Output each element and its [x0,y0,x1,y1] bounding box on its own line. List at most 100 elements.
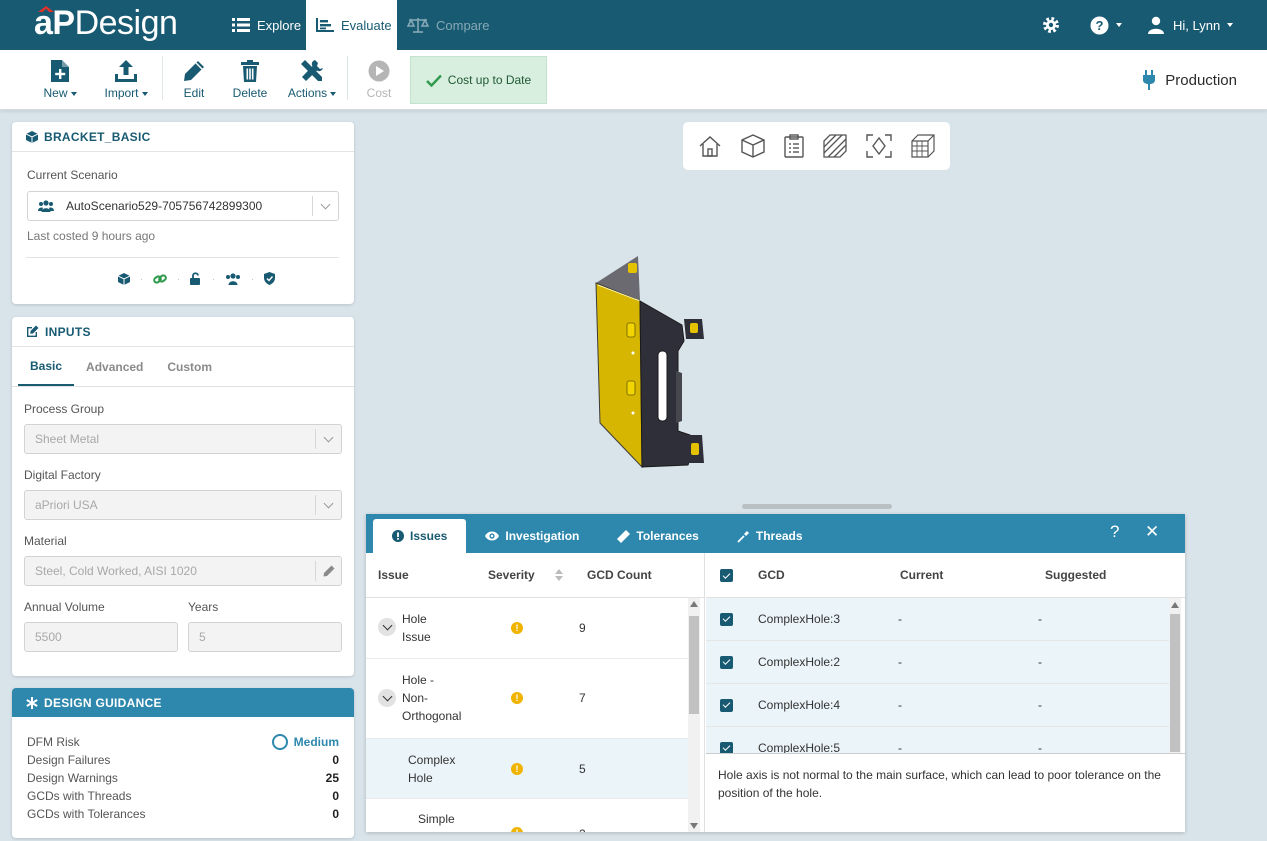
help-menu[interactable]: ? [1090,0,1122,50]
users-icon[interactable] [225,272,241,285]
inputs-tabs: Basic Advanced Custom [12,347,354,387]
gcd-table: GCD Current Suggested ComplexHole:3 - - … [706,553,1185,832]
issue-row[interactable]: Hole Issue ! 9 [366,598,688,659]
tab-basic[interactable]: Basic [18,347,75,386]
design-guidance-header[interactable]: DESIGN GUIDANCE [12,688,354,717]
home-view-icon[interactable] [698,135,722,157]
issue-row[interactable]: Simple ! 2 [366,799,688,832]
tab-issues[interactable]: Issues [373,519,467,553]
tab-investigation[interactable]: Investigation [466,519,598,553]
chevron-down-icon [141,91,148,96]
new-button[interactable]: New [32,58,88,100]
link-icon[interactable] [153,273,167,285]
pencil-icon [184,61,204,81]
issue-row-selected[interactable]: Complex Hole ! 5 [366,739,688,799]
annual-volume-input[interactable]: 5500 [24,622,178,652]
sort-icon[interactable] [555,569,563,581]
tab-threads[interactable]: Threads [718,519,822,553]
nav-tab-explore[interactable]: Explore [222,0,311,50]
scrollbar-thumb[interactable] [689,616,699,714]
import-button[interactable]: Import [98,58,154,100]
gcd-row[interactable]: ComplexHole:3 - - [706,598,1169,641]
process-group-select[interactable]: Sheet Metal [24,424,342,454]
check-icon [425,74,442,87]
tab-tolerances[interactable]: Tolerances [598,519,717,553]
unlock-icon[interactable] [190,272,202,285]
material-edit-button[interactable] [315,561,341,581]
help-circle-icon: ? [1090,16,1109,34]
panel-close-button[interactable]: ✕ [1145,522,1159,542]
viewer-splitter-handle[interactable] [742,504,892,509]
gcd-count-column-header[interactable]: GCD Count [587,568,652,582]
years-input[interactable]: 5 [188,622,342,652]
shield-icon[interactable] [264,272,275,285]
cube-view-icon[interactable] [741,134,765,158]
tab-custom[interactable]: Custom [155,347,224,386]
gcds-tolerances-row: GCDs with Tolerances 0 [27,807,339,821]
section-hatch-icon[interactable] [823,134,847,158]
cost-button[interactable]: Cost [351,58,407,100]
material-field[interactable]: Steel, Cold Worked, AISI 1020 [24,556,342,586]
edit-button[interactable]: Edit [166,58,222,100]
user-menu[interactable]: Hi, Lynn [1147,0,1234,50]
scenario-select[interactable]: AutoScenario529-705756742899300 [27,191,339,221]
scroll-down-icon[interactable] [690,823,698,829]
scenario-value: AutoScenario529-705756742899300 [66,199,263,213]
toolbar-divider [347,56,348,100]
scenario-status-icons: · · · · [118,272,275,285]
design-warnings-row: Design Warnings 25 [27,771,339,785]
digital-factory-select[interactable]: aPriori USA [24,490,342,520]
wireframe-cube-icon[interactable] [910,134,935,158]
list-icon [232,18,250,32]
edit-square-icon [27,325,39,337]
users-icon [38,200,54,212]
panel-help-button[interactable]: ? [1110,522,1119,542]
issues-scrollbar[interactable] [688,598,700,832]
gcd-row[interactable]: ComplexHole:4 - - [706,684,1169,727]
cube-icon[interactable] [118,272,130,285]
issues-panel: Issues Investigation Tolerances Threads … [366,514,1185,832]
part-3d-model[interactable] [592,253,712,469]
nav-tab-evaluate[interactable]: Evaluate [306,0,397,50]
select-all-checkbox[interactable] [720,569,733,582]
component-card: BRACKET_BASIC Current Scenario AutoScena… [12,122,354,304]
gcd-row[interactable]: ComplexHole:5 - - [706,727,1169,753]
upload-icon [115,60,137,82]
expand-button[interactable] [378,618,396,636]
asterisk-icon [26,696,38,709]
actions-button[interactable]: Actions [284,58,340,100]
issue-column-header[interactable]: Issue [378,568,409,582]
cost-status-badge: Cost up to Date [410,56,547,104]
clipboard-list-icon[interactable] [784,134,804,158]
view-toolbar [683,122,950,170]
chevron-down-icon [1116,23,1122,27]
severity-column-header[interactable]: Severity [488,568,535,582]
scroll-up-icon[interactable] [1171,602,1179,608]
tab-advanced[interactable]: Advanced [74,347,155,386]
scroll-up-icon[interactable] [690,601,698,607]
production-indicator[interactable]: Production [1143,70,1237,90]
row-checkbox[interactable] [720,655,733,669]
years-label: Years [188,600,219,614]
exclamation-circle-icon [392,530,404,542]
balance-scale-icon [407,18,429,33]
chevron-down-icon [382,620,392,630]
settings-button[interactable] [1041,0,1061,50]
app-logo[interactable]: aPDesign [34,4,178,43]
gcd-scrollbar[interactable] [1169,598,1181,753]
delete-button[interactable]: Delete [222,58,278,100]
row-checkbox[interactable] [720,698,733,712]
gcd-row[interactable]: ComplexHole:2 - - [706,641,1169,684]
last-costed-text: Last costed 9 hours ago [27,229,156,243]
play-circle-icon [368,60,390,82]
row-checkbox[interactable] [720,741,733,753]
row-checkbox[interactable] [720,612,733,626]
nav-tab-compare[interactable]: Compare [407,0,489,50]
scrollbar-thumb[interactable] [1170,614,1180,752]
pencil-icon [323,565,334,577]
fit-view-icon[interactable] [866,134,892,158]
ruler-icon [617,529,631,543]
expand-button[interactable] [378,689,396,707]
issue-row[interactable]: Hole - Non- Orthogonal ! 7 [366,659,688,739]
chevron-down-icon [70,91,77,96]
